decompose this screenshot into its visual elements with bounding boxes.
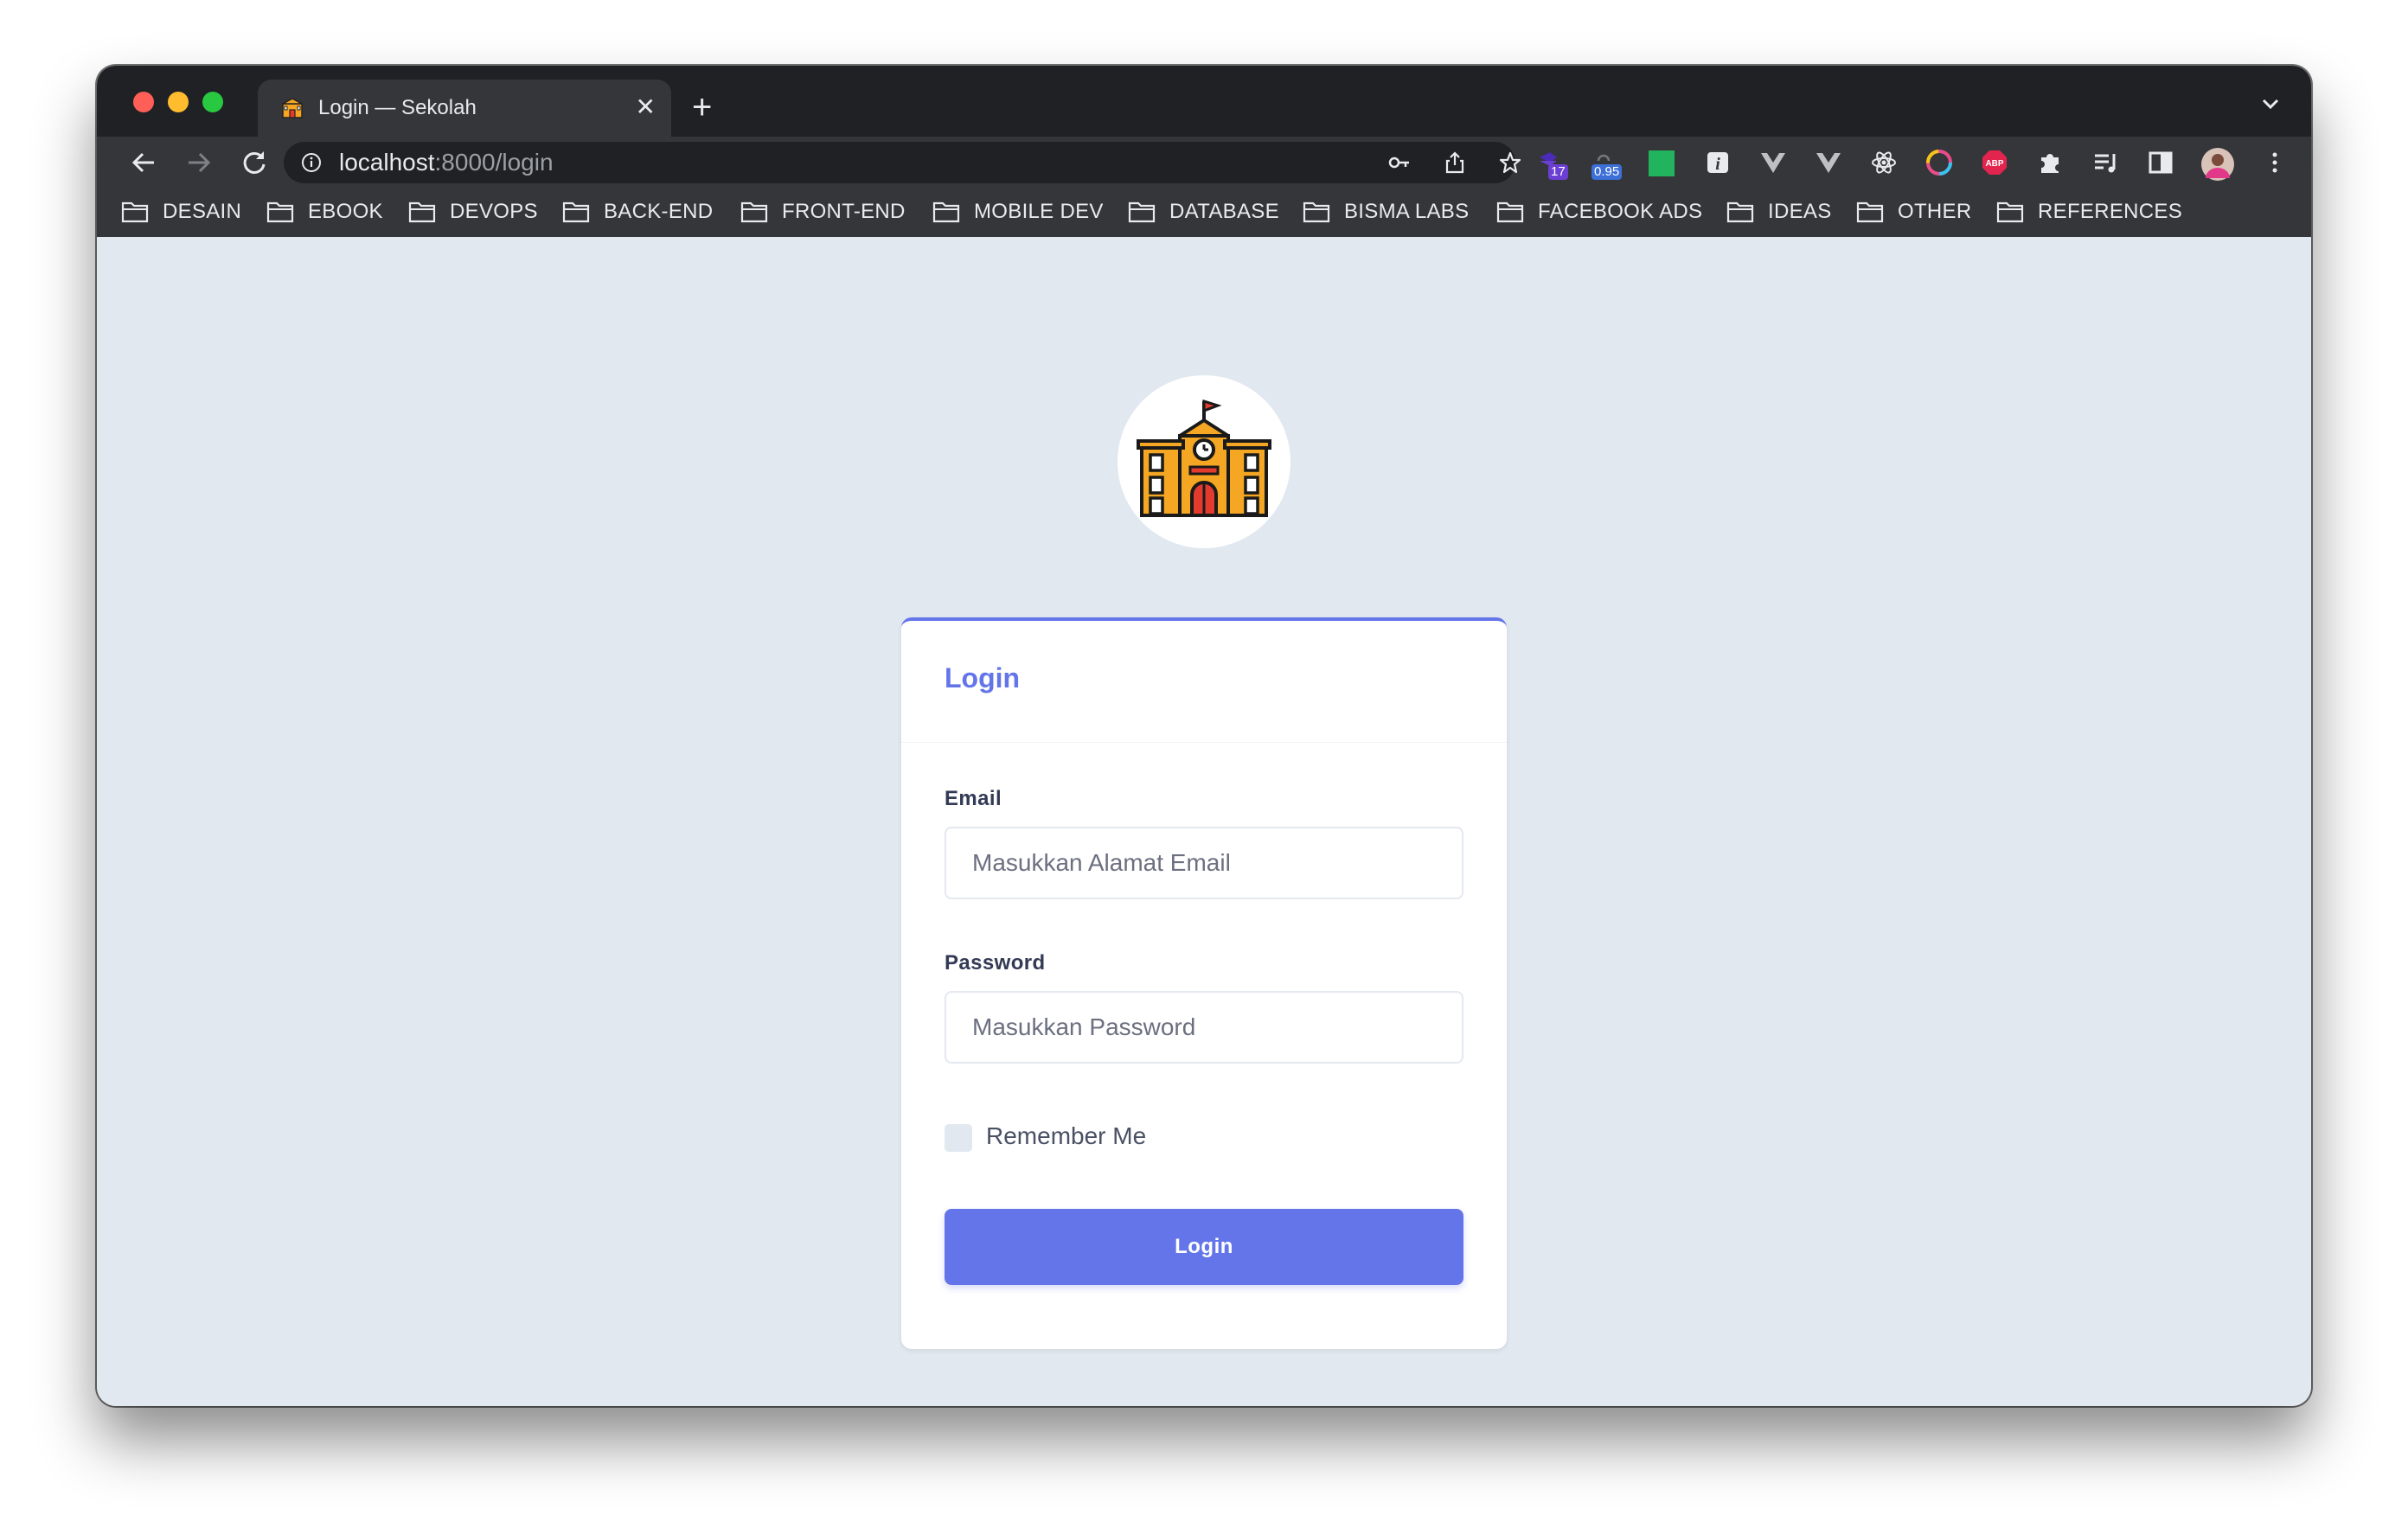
address-bar[interactable]: localhost:8000/login xyxy=(284,142,1521,183)
vue-devtools-alt-icon[interactable] xyxy=(1815,149,1842,176)
tab-search-chevron-icon[interactable] xyxy=(2259,95,2282,112)
bookmark-label: IDEAS xyxy=(1768,200,1832,223)
bookmark-folder-database[interactable]: DATABASE xyxy=(1128,199,1279,225)
folder-icon xyxy=(121,201,149,223)
bookmark-label: DATABASE xyxy=(1169,200,1279,223)
bookmark-folder-bisma-labs[interactable]: BISMA LABS xyxy=(1303,199,1469,225)
logo xyxy=(1118,375,1290,548)
svg-text:i: i xyxy=(1715,155,1720,174)
info-icon[interactable]: i xyxy=(1704,149,1732,176)
extensions-puzzle-icon[interactable] xyxy=(2036,149,2064,176)
card-header: Login xyxy=(901,621,1507,743)
tab-strip: Login — Sekolah ✕ + xyxy=(97,66,2311,137)
bookmark-label: MOBILE DEV xyxy=(974,200,1104,223)
login-card: Login Email Password Remember Me Login xyxy=(901,617,1507,1349)
green-square-icon[interactable] xyxy=(1649,150,1675,176)
folder-icon xyxy=(1496,201,1524,223)
bookmark-label: DEVOPS xyxy=(450,200,538,223)
kebab-menu-icon[interactable] xyxy=(2261,149,2289,176)
share-icon[interactable] xyxy=(1443,150,1467,175)
page-content: Login Email Password Remember Me Login xyxy=(97,258,2311,1406)
back-arrow-icon[interactable] xyxy=(128,147,159,178)
email-field[interactable] xyxy=(945,827,1463,899)
password-field[interactable] xyxy=(945,991,1463,1064)
site-info-icon[interactable] xyxy=(301,152,322,173)
card-title: Login xyxy=(945,662,1021,693)
wappalyzer-badge: 17 xyxy=(1548,164,1568,180)
bookmark-folder-references[interactable]: REFERENCES xyxy=(1996,199,2182,225)
bookmark-label: DESAIN xyxy=(163,200,242,223)
folder-icon xyxy=(932,201,960,223)
tab-close-icon[interactable]: ✕ xyxy=(636,94,656,120)
bookmark-star-icon[interactable] xyxy=(1498,150,1522,175)
bookmark-label: FRONT-END xyxy=(782,200,906,223)
login-button[interactable]: Login xyxy=(945,1209,1463,1285)
folder-icon xyxy=(1856,201,1884,223)
bookmark-folder-facebook-ads[interactable]: FACEBOOK ADS xyxy=(1496,199,1702,225)
lighthouse-icon[interactable]: 0.95 xyxy=(1590,149,1623,180)
browser-window: Login — Sekolah ✕ + localhost:8000/login… xyxy=(97,66,2311,1406)
close-window-button[interactable] xyxy=(133,92,154,112)
bookmark-folder-mobile-dev[interactable]: MOBILE DEV xyxy=(932,199,1104,225)
bookmarks-bar: DESAIN EBOOK DEVOPS BACK-END FRONT-END M… xyxy=(97,189,2311,237)
folder-icon xyxy=(740,201,768,223)
remember-me-label[interactable]: Remember Me xyxy=(986,1122,1146,1150)
new-tab-button[interactable]: + xyxy=(692,90,712,125)
bookmark-folder-devops[interactable]: DEVOPS xyxy=(408,199,538,225)
browser-toolbar: localhost:8000/login 17 0.95 i ABP xyxy=(97,137,2311,189)
reading-list-icon[interactable] xyxy=(2091,149,2119,176)
color-picker-icon[interactable] xyxy=(1925,149,1953,176)
bookmark-folder-desain[interactable]: DESAIN xyxy=(121,199,241,225)
school-favicon-icon xyxy=(282,98,303,118)
vue-devtools-icon[interactable] xyxy=(1759,149,1787,176)
bookmark-label: OTHER xyxy=(1898,200,1972,223)
adblock-label: ABP xyxy=(1985,159,2003,169)
folder-icon xyxy=(1128,201,1156,223)
reload-icon[interactable] xyxy=(239,147,270,178)
folder-icon xyxy=(1726,201,1754,223)
url-host: localhost xyxy=(339,149,435,176)
minimize-window-button[interactable] xyxy=(168,92,189,112)
password-label: Password xyxy=(945,951,1046,975)
bookmark-label: EBOOK xyxy=(308,200,383,223)
browser-tab[interactable]: Login — Sekolah ✕ xyxy=(258,80,671,137)
bookmark-label: BISMA LABS xyxy=(1344,200,1470,223)
bookmark-folder-back-end[interactable]: BACK-END xyxy=(562,199,713,225)
bookmark-folder-ebook[interactable]: EBOOK xyxy=(266,199,383,225)
react-devtools-icon[interactable] xyxy=(1870,149,1898,176)
bookmark-label: FACEBOOK ADS xyxy=(1538,200,1703,223)
tab-title: Login — Sekolah xyxy=(318,96,477,119)
bookmark-label: REFERENCES xyxy=(2038,200,2183,223)
forward-arrow-icon[interactable] xyxy=(183,147,215,178)
wappalyzer-icon[interactable]: 17 xyxy=(1536,149,1568,180)
maximize-window-button[interactable] xyxy=(202,92,223,112)
folder-icon xyxy=(562,201,590,223)
bookmark-folder-front-end[interactable]: FRONT-END xyxy=(740,199,906,225)
school-building-icon xyxy=(1137,399,1271,517)
adblock-plus-icon[interactable]: ABP xyxy=(1981,149,2008,176)
profile-avatar[interactable] xyxy=(2200,147,2235,182)
remember-me-checkbox[interactable] xyxy=(945,1124,972,1152)
folder-icon xyxy=(1303,201,1330,223)
folder-icon xyxy=(408,201,436,223)
url-path: :8000/login xyxy=(434,149,554,176)
side-panel-icon[interactable] xyxy=(2147,149,2174,176)
email-label: Email xyxy=(945,787,1002,810)
bookmark-folder-ideas[interactable]: IDEAS xyxy=(1726,199,1832,225)
url-text: localhost:8000/login xyxy=(339,150,554,176)
key-icon[interactable] xyxy=(1387,150,1412,175)
lighthouse-badge: 0.95 xyxy=(1591,164,1623,180)
folder-icon xyxy=(1996,201,2024,223)
folder-icon xyxy=(266,201,294,223)
bookmark-label: BACK-END xyxy=(604,200,714,223)
bookmark-folder-other[interactable]: OTHER xyxy=(1856,199,1972,225)
